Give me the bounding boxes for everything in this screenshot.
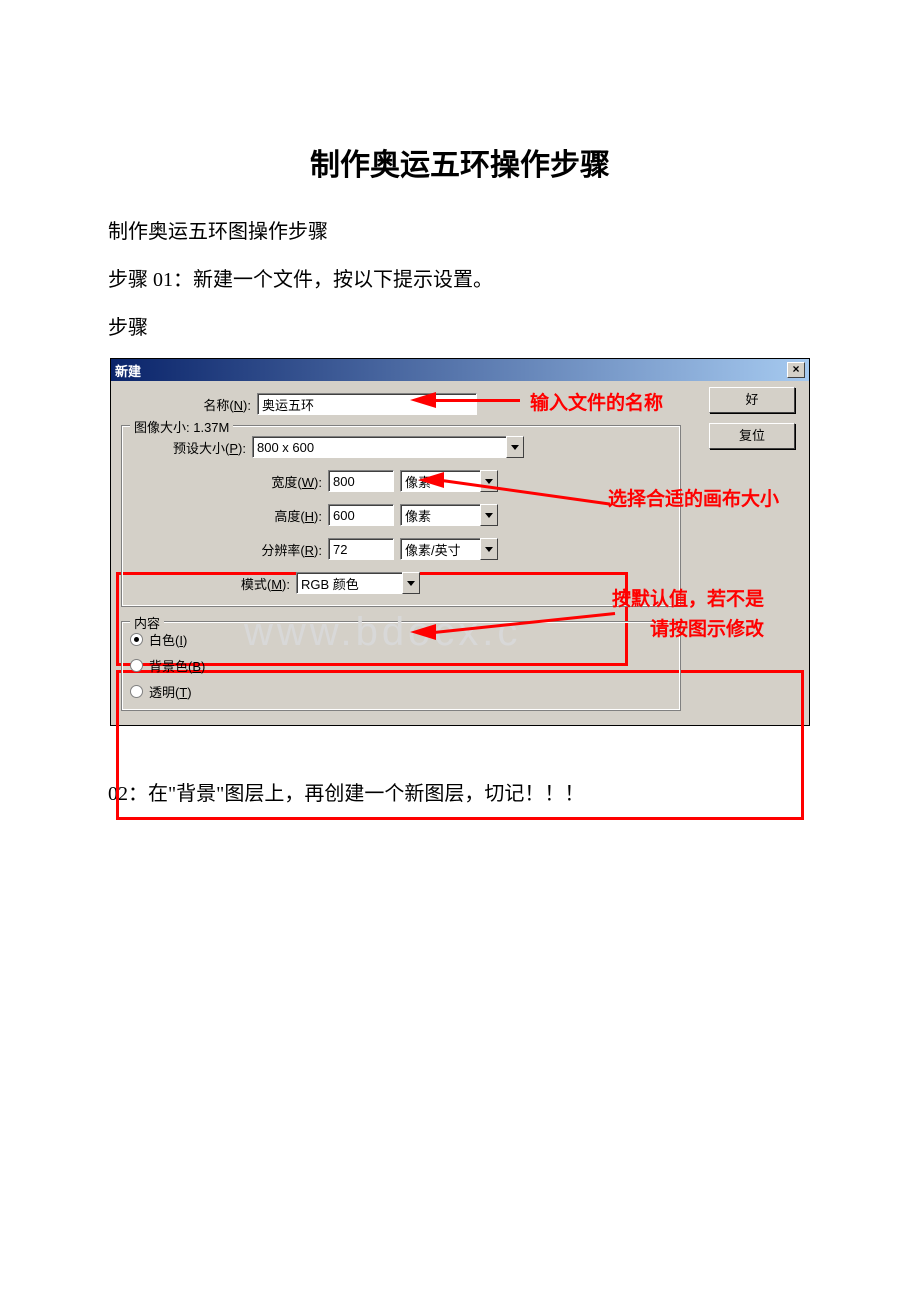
dialog-title: 新建: [115, 361, 141, 380]
resolution-unit-combo[interactable]: [400, 538, 498, 560]
width-unit-input[interactable]: [400, 470, 480, 492]
width-label: 宽度(W):: [130, 472, 322, 491]
preset-label: 预设大小(P):: [130, 438, 246, 457]
preset-combo[interactable]: [252, 436, 524, 458]
preset-dropdown-button[interactable]: [506, 436, 524, 458]
radio-transparent-row[interactable]: 透明(T): [130, 678, 672, 704]
resolution-unit-dropdown-button[interactable]: [480, 538, 498, 560]
radio-bgcolor-label: 背景色(B): [149, 656, 205, 675]
close-button[interactable]: ×: [787, 362, 805, 378]
doc-para-4: 02：在"背景"图层上，再创建一个新图层，切记！！！: [108, 776, 860, 812]
height-unit-input[interactable]: [400, 504, 480, 526]
doc-para-2: 步骤 01：新建一个文件，按以下提示设置。: [108, 262, 860, 298]
height-input[interactable]: [328, 504, 394, 526]
mode-combo[interactable]: [296, 572, 420, 594]
radio-white-label: 白色(I): [149, 630, 187, 649]
preset-input[interactable]: [252, 436, 506, 458]
radio-white-row[interactable]: 白色(I): [130, 626, 672, 652]
resolution-unit-input[interactable]: [400, 538, 480, 560]
mode-label: 模式(M):: [130, 574, 290, 593]
reset-button[interactable]: 复位: [709, 423, 795, 449]
width-unit-dropdown-button[interactable]: [480, 470, 498, 492]
chevron-down-icon: [485, 547, 493, 552]
radio-transparent[interactable]: [130, 685, 143, 698]
height-label: 高度(H):: [130, 506, 322, 525]
name-label: 名称(N):: [121, 395, 251, 414]
resolution-input[interactable]: [328, 538, 394, 560]
doc-para-3: 步骤: [108, 310, 860, 346]
ok-button[interactable]: 好: [709, 387, 795, 413]
height-unit-combo[interactable]: [400, 504, 498, 526]
width-unit-combo[interactable]: [400, 470, 498, 492]
chevron-down-icon: [407, 581, 415, 586]
width-input[interactable]: [328, 470, 394, 492]
dialog-titlebar: 新建 ×: [111, 359, 809, 381]
radio-bgcolor-row[interactable]: 背景色(B): [130, 652, 672, 678]
height-unit-dropdown-button[interactable]: [480, 504, 498, 526]
chevron-down-icon: [485, 479, 493, 484]
chevron-down-icon: [485, 513, 493, 518]
radio-bgcolor[interactable]: [130, 659, 143, 672]
name-input[interactable]: [257, 393, 477, 415]
mode-input[interactable]: [296, 572, 402, 594]
doc-para-1: 制作奥运五环图操作步骤: [108, 214, 860, 250]
radio-transparent-label: 透明(T): [149, 682, 192, 701]
resolution-label: 分辨率(R):: [130, 540, 322, 559]
content-legend: 内容: [130, 613, 164, 632]
chevron-down-icon: [511, 445, 519, 450]
mode-dropdown-button[interactable]: [402, 572, 420, 594]
doc-title: 制作奥运五环操作步骤: [60, 140, 860, 184]
radio-white[interactable]: [130, 633, 143, 646]
dialog-screenshot: 新建 × 好 复位 名称(N): 图像大小: 1.37M: [110, 358, 810, 726]
image-size-legend: 图像大小: 1.37M: [130, 417, 233, 436]
